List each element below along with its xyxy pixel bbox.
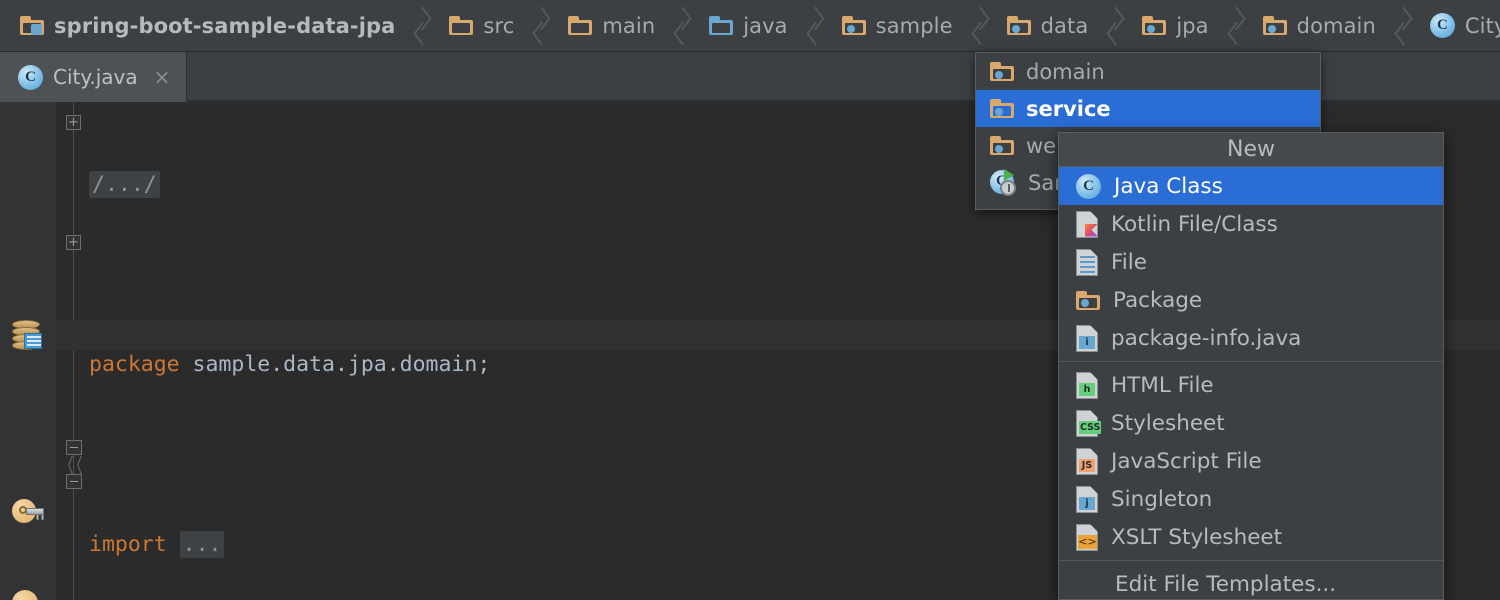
- package-icon: [1142, 16, 1167, 35]
- java-class-icon: C: [1076, 173, 1101, 199]
- menu-separator: [1059, 560, 1443, 561]
- package-icon: [990, 62, 1014, 81]
- database-table-icon[interactable]: [12, 320, 42, 354]
- new-context-menu[interactable]: New C Java Class Kotlin File/Class File …: [1058, 132, 1444, 600]
- breadcrumb-item-java[interactable]: java: [695, 0, 805, 52]
- close-icon[interactable]: ×: [154, 67, 171, 87]
- menu-item-label: Singleton: [1111, 486, 1213, 512]
- singleton-file-icon: j: [1076, 485, 1098, 513]
- breadcrumb-label: domain: [1296, 13, 1376, 38]
- menu-item-java-class[interactable]: C Java Class: [1059, 167, 1443, 205]
- xslt-file-icon: <>: [1076, 523, 1098, 551]
- menu-item-xslt-stylesheet[interactable]: <> XSLT Stylesheet: [1059, 518, 1443, 556]
- breadcrumb-item-city[interactable]: C City: [1416, 0, 1500, 52]
- breadcrumb-label: jpa: [1176, 13, 1209, 38]
- breadcrumb-label: main: [602, 13, 656, 38]
- menu-item-label: Stylesheet: [1111, 410, 1225, 436]
- java-class-icon: C: [18, 64, 43, 90]
- breadcrumb-separator: [532, 0, 554, 52]
- menu-separator: [1059, 361, 1443, 362]
- breadcrumb-label: src: [483, 13, 515, 38]
- breadcrumb-separator: [1106, 0, 1128, 52]
- menu-item-package-info-java[interactable]: i package-info.java: [1059, 319, 1443, 357]
- popup-item-label: service: [1026, 96, 1111, 121]
- menu-item-label: XSLT Stylesheet: [1111, 524, 1283, 550]
- breadcrumb-separator: [971, 0, 993, 52]
- menu-item-label: Kotlin File/Class: [1111, 211, 1278, 237]
- menu-item-label: Package: [1113, 287, 1203, 313]
- breadcrumb-separator: [1227, 0, 1249, 52]
- popup-item-label: domain: [1026, 59, 1105, 84]
- package-icon: [1262, 16, 1287, 35]
- package-name: sample.data.jpa.domain;: [179, 352, 491, 377]
- breadcrumb-label: java: [743, 13, 788, 38]
- package-info-icon: i: [1076, 324, 1098, 352]
- package-icon: [990, 136, 1014, 155]
- package-icon: [841, 16, 866, 35]
- keyword-package: package: [89, 352, 180, 377]
- breadcrumb-item-sample[interactable]: sample: [828, 0, 971, 52]
- menu-item-stylesheet[interactable]: CSS Stylesheet: [1059, 404, 1443, 442]
- menu-item-package[interactable]: Package: [1059, 281, 1443, 319]
- package-icon: [1076, 290, 1100, 310]
- menu-item-label: Java Class: [1114, 173, 1223, 199]
- folder-module-icon: [20, 16, 44, 35]
- tab-city-java[interactable]: C City.java ×: [0, 52, 188, 102]
- menu-item-edit-file-templates[interactable]: Edit File Templates...: [1059, 565, 1443, 600]
- breadcrumb-label: spring-boot-sample-data-jpa: [54, 13, 396, 38]
- breadcrumb: spring-boot-sample-data-jpa src main jav…: [0, 0, 1500, 52]
- breadcrumb-separator: [673, 0, 695, 52]
- html-file-icon: h: [1076, 371, 1098, 399]
- keyword-import: import: [89, 532, 167, 557]
- package-icon: [990, 99, 1014, 118]
- menu-item-kotlin-file-class[interactable]: Kotlin File/Class: [1059, 205, 1443, 243]
- primary-key-icon[interactable]: [12, 497, 44, 525]
- menu-item-javascript-file[interactable]: JS JavaScript File: [1059, 442, 1443, 480]
- folder-source-root-icon: [709, 16, 734, 35]
- tab-label: City.java: [53, 65, 138, 89]
- run-configuration-class-icon: C: [990, 168, 1016, 196]
- menu-item-file[interactable]: File: [1059, 243, 1443, 281]
- folder-icon: [568, 16, 593, 35]
- menu-item-label: JavaScript File: [1111, 448, 1262, 474]
- breadcrumb-label: data: [1040, 13, 1089, 38]
- javascript-file-icon: JS: [1076, 447, 1098, 475]
- breadcrumb-item-data[interactable]: data: [993, 0, 1107, 52]
- breadcrumb-separator: [1394, 0, 1416, 52]
- menu-item-singleton[interactable]: j Singleton: [1059, 480, 1443, 518]
- menu-item-label: File: [1111, 249, 1147, 275]
- kotlin-file-icon: [1076, 210, 1098, 238]
- css-file-icon: CSS: [1076, 409, 1102, 437]
- menu-item-label: package-info.java: [1111, 325, 1302, 351]
- menu-item-label: Edit File Templates...: [1115, 571, 1337, 597]
- breadcrumb-item-main[interactable]: main: [554, 0, 673, 52]
- java-class-icon: C: [1429, 13, 1455, 38]
- popup-item-service[interactable]: service: [976, 90, 1320, 127]
- menu-title: New: [1059, 133, 1443, 167]
- breadcrumb-item-jpa[interactable]: jpa: [1128, 0, 1226, 52]
- breadcrumb-label: City: [1464, 13, 1500, 38]
- popup-item-domain[interactable]: domain: [976, 53, 1320, 90]
- breadcrumb-item-domain[interactable]: domain: [1249, 0, 1394, 52]
- folded-imports[interactable]: ...: [179, 531, 225, 558]
- package-icon: [1006, 16, 1031, 35]
- breadcrumb-item-src[interactable]: src: [435, 0, 532, 52]
- menu-item-label: HTML File: [1111, 372, 1214, 398]
- breadcrumb-label: sample: [875, 13, 953, 38]
- menu-item-html-file[interactable]: h HTML File: [1059, 366, 1443, 404]
- breadcrumb-item-module[interactable]: spring-boot-sample-data-jpa: [0, 0, 413, 52]
- file-icon: [1076, 248, 1098, 276]
- breadcrumb-separator: [413, 0, 435, 52]
- folder-icon: [449, 16, 474, 35]
- folded-comment[interactable]: /.../: [89, 171, 160, 198]
- breadcrumb-separator: [806, 0, 828, 52]
